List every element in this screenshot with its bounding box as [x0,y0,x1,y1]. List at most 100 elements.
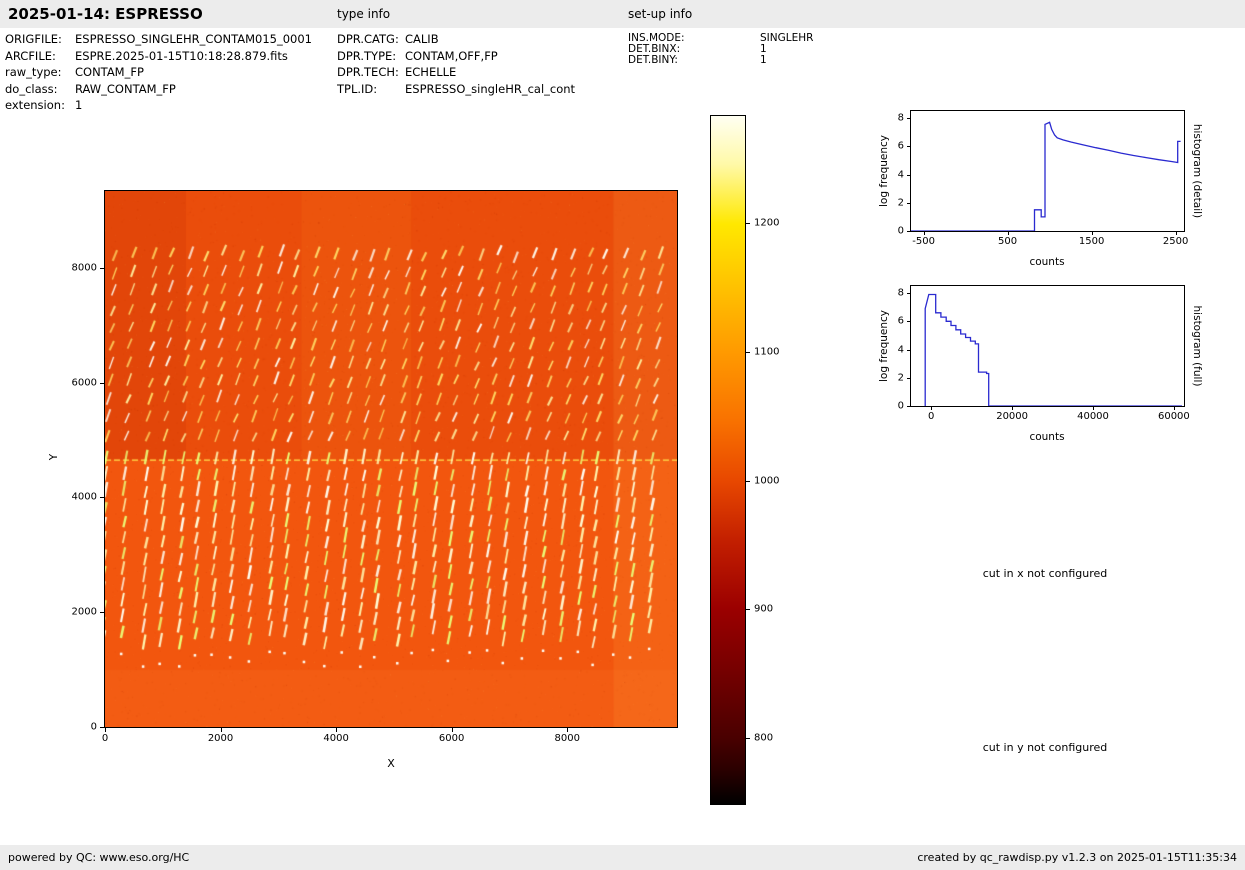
tick-label: 6000 [71,377,97,389]
meta-row: TPL.ID: ESPRESSO_singleHR_cal_cont [337,81,627,98]
tick-mark [1093,407,1094,410]
meta-value: ESPRE.2025-01-15T10:18:28.879.fits [75,48,288,63]
meta-value: SINGLEHR [760,32,814,44]
histogram-full-title: histogram (full) [1191,305,1203,387]
meta-row: raw_type: CONTAM_FP [5,64,336,81]
tick-label: 2500 [1162,236,1189,247]
type-info-heading: type info [337,7,391,21]
file-info-block: ORIGFILE: ESPRESSO_SINGLEHR_CONTAM015_000… [5,31,336,114]
meta-value: CONTAM_FP [75,65,144,79]
histogram-detail-xlabel: counts [1029,256,1065,268]
tick-mark [907,174,910,176]
tick-label: 4 [897,344,904,356]
page-title: 2025-01-14: ESPRESSO [8,5,203,23]
tick-mark [907,293,910,295]
tick-label: 8 [897,287,904,299]
x-axis-label: X [387,757,395,770]
tick-label: 2 [897,197,904,209]
tick-mark [1091,232,1093,235]
tick-label: 0 [897,225,904,237]
tick-label: 40000 [1077,411,1109,422]
tick-label: 8000 [71,262,97,274]
meta-value: 1 [760,42,767,55]
tick-label: 0 [928,411,935,422]
raw-ccd-image-canvas [105,191,677,727]
meta-value: CALIB [405,32,439,46]
histogram-full-ylabel: log frequency [878,309,890,383]
tick-mark [567,728,569,732]
tick-label: 8000 [554,733,580,744]
footer-created-by: created by qc_rawdisp.py v1.2.3 on 2025-… [917,851,1237,864]
meta-value: ESPRESSO_singleHR_cal_cont [405,81,576,96]
tick-label: 2 [897,372,904,384]
raw-image-plot [104,190,678,728]
footer-qc-credit: powered by QC: www.eso.org/HC [8,851,190,864]
meta-label: DPR.TYPE: [337,48,397,63]
tick-label: -500 [912,236,935,247]
tick-mark [336,728,338,732]
tick-label: 4 [897,169,904,181]
tick-label: 60000 [1157,411,1190,422]
tick-mark [907,202,910,204]
histogram-detail-title: histogram (detail) [1191,123,1203,219]
meta-row: DPR.TECH: ECHELLE [337,64,627,81]
tick-label: 2000 [71,606,97,618]
meta-value: 1 [760,53,767,66]
meta-label: DPR.TECH: [337,65,399,79]
meta-label: TPL.ID: [337,81,378,96]
meta-label: extension: [5,98,65,112]
histogram-full-xlabel: counts [1029,431,1065,443]
tick-mark [907,146,910,148]
tick-mark [746,480,750,482]
tick-label: 6 [897,140,904,152]
meta-value: CONTAM,OFF,FP [405,48,498,63]
meta-row: ARCFILE: ESPRE.2025-01-15T10:18:28.879.fi… [5,48,336,65]
tick-mark [907,321,910,323]
histogram-full-plot [910,285,1185,407]
meta-label: DET.BINY: [628,53,678,66]
tick-mark [1012,407,1014,410]
tick-mark [746,351,750,353]
meta-label: ORIGFILE: [5,32,62,46]
meta-row: do_class: RAW_CONTAM_FP [5,81,336,98]
tick-mark [907,118,910,120]
meta-label: DET.BINX: [628,42,681,55]
setup-info-heading: set-up info [628,7,693,21]
tick-label: 6000 [438,733,465,744]
meta-row: ORIGFILE: ESPRESSO_SINGLEHR_CONTAM015_000… [5,31,336,48]
meta-row: DPR.CATG: CALIB [337,31,627,48]
tick-mark [746,609,750,611]
meta-value: ESPRESSO_SINGLEHR_CONTAM015_0001 [75,32,312,46]
tick-label: 900 [754,603,774,615]
setup-info-block: INS.MODE: SINGLEHR DET.BINX: 1 DET.BINY: 1 [628,33,928,65]
tick-mark [451,728,453,732]
meta-label: do_class: [5,81,58,96]
tick-label: 0 [897,400,904,412]
histogram-full-curve [924,293,1182,406]
tick-label: 20000 [996,411,1029,422]
tick-label: 0 [90,721,97,733]
tick-mark [1175,232,1177,235]
tick-mark [100,727,104,728]
tick-label: 500 [998,236,1018,247]
y-axis-label: Y [48,453,60,461]
header-bar: 2025-01-14: ESPRESSO type info set-up in… [0,0,1245,28]
tick-label: 800 [754,732,774,744]
type-info-block: DPR.CATG: CALIB DPR.TYPE: CONTAM,OFF,FP DPR.… [337,31,627,97]
tick-mark [1173,407,1175,410]
cut-x-note: cut in x not configured [982,567,1108,580]
tick-label: 1000 [754,475,780,487]
tick-mark [100,382,104,384]
meta-value: 1 [75,98,83,112]
tick-label: 2000 [207,733,234,744]
histogram-detail-curve [911,121,1181,231]
tick-mark [746,738,750,740]
tick-mark [105,728,106,732]
tick-label: 0 [101,733,109,744]
meta-label: DPR.CATG: [337,32,399,46]
tick-mark [220,728,222,732]
tick-label: 1100 [754,346,780,358]
tick-mark [931,407,933,410]
histogram-detail-plot [910,110,1185,232]
meta-row: DET.BINX: 1 [628,42,928,55]
